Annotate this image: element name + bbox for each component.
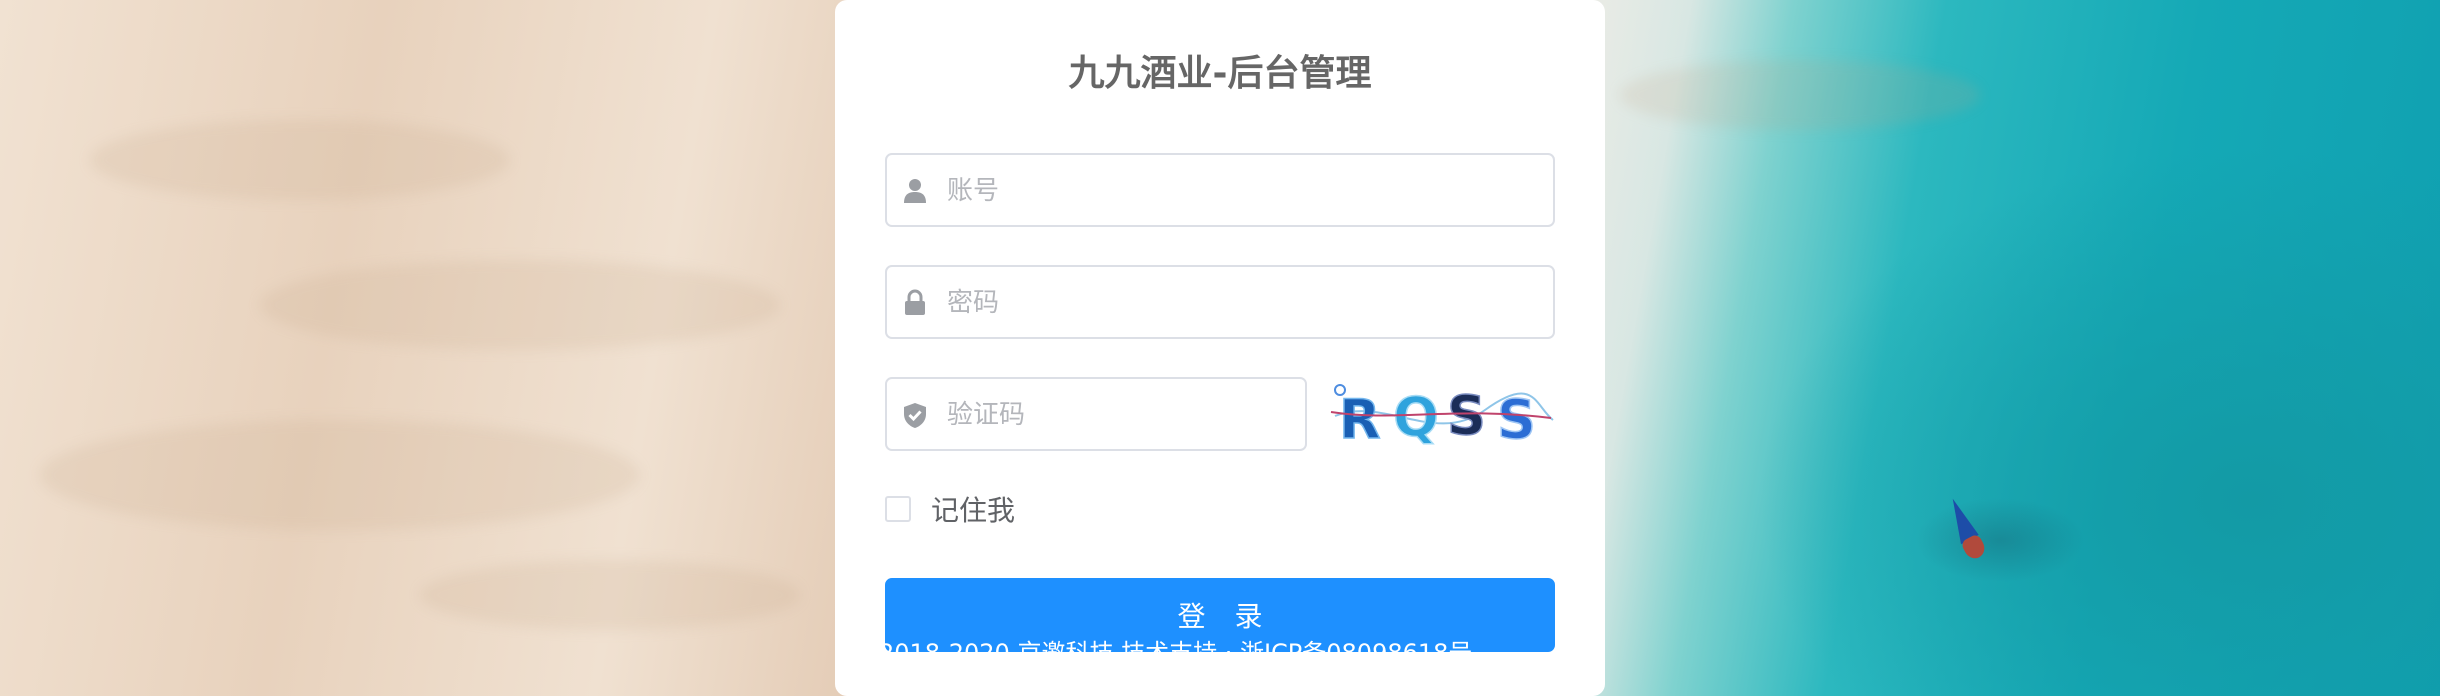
svg-text:R: R (1339, 388, 1381, 451)
svg-text:S: S (1447, 384, 1486, 447)
remember-me[interactable]: 记住我 (885, 492, 1016, 527)
login-card: 九九酒业-后台管理 R (835, 0, 1605, 696)
password-field[interactable] (885, 265, 1555, 339)
shield-check-icon (901, 401, 929, 429)
boat-image (1940, 495, 1993, 569)
lock-icon (901, 289, 929, 317)
captcha-field[interactable] (885, 377, 1307, 451)
username-field[interactable] (885, 153, 1555, 227)
page-title: 九九酒业-后台管理 (1068, 53, 1372, 94)
password-input[interactable] (945, 267, 1539, 339)
remember-label: 记住我 (931, 494, 1016, 527)
footer-text: 2018-2020 京邀科技 技术支持 · 浙ICP备08098618号 (885, 640, 1473, 656)
username-input[interactable] (945, 155, 1539, 227)
captcha-image[interactable]: R Q S S (1325, 376, 1555, 452)
svg-text:Q: Q (1393, 386, 1439, 449)
remember-checkbox[interactable] (885, 496, 911, 522)
svg-text:S: S (1497, 388, 1536, 451)
footer-clip: 2018-2020 京邀科技 技术支持 · 浙ICP备08098618号 (885, 640, 1555, 656)
captcha-input[interactable] (945, 379, 1299, 451)
user-icon (901, 177, 929, 205)
